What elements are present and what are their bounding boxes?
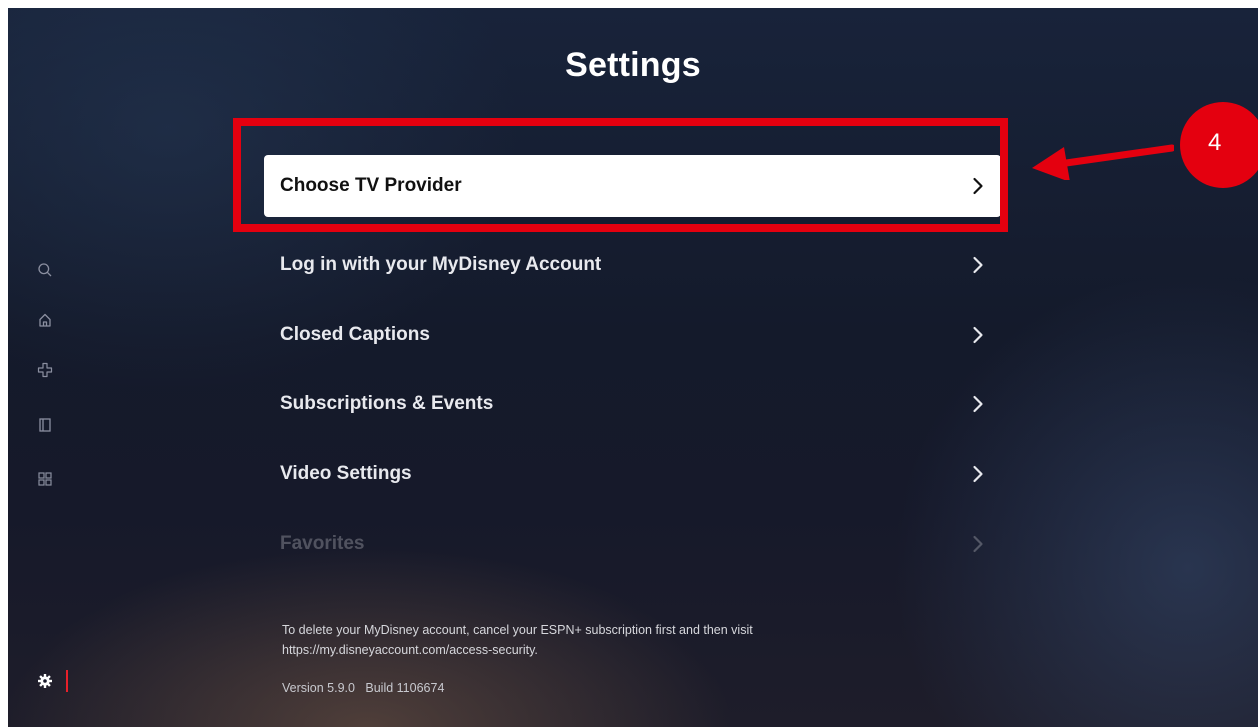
menu-item-label: Subscriptions & Events xyxy=(280,393,494,414)
menu-item-label: Favorites xyxy=(280,533,365,554)
gear-icon[interactable] xyxy=(36,672,54,690)
annotation-highlight-box xyxy=(233,118,1008,232)
menu-item-favorites[interactable]: Favorites xyxy=(264,513,1001,575)
page-title: Settings xyxy=(565,46,701,84)
library-icon[interactable] xyxy=(36,416,54,434)
active-indicator xyxy=(66,670,68,692)
chevron-right-icon xyxy=(971,325,985,345)
menu-item-video-settings[interactable]: Video Settings xyxy=(264,443,1001,505)
menu-item-subscriptions-events[interactable]: Subscriptions & Events xyxy=(264,373,1001,435)
version-info: Version 5.9.0 Build 1106674 xyxy=(282,681,445,695)
menu-item-label: Log in with your MyDisney Account xyxy=(280,254,602,275)
account-deletion-note: To delete your MyDisney account, cancel … xyxy=(282,620,982,660)
menu-item-mydisney-login[interactable]: Log in with your MyDisney Account xyxy=(264,234,1001,296)
note-line-1: To delete your MyDisney account, cancel … xyxy=(282,623,753,637)
chevron-right-icon xyxy=(971,394,985,414)
menu-item-label: Closed Captions xyxy=(280,324,430,345)
menu-item-label: Video Settings xyxy=(280,463,412,484)
note-line-2: https://my.disneyaccount.com/access-secu… xyxy=(282,643,538,657)
grid-icon[interactable] xyxy=(36,470,54,488)
sidebar-nav xyxy=(8,8,78,727)
plus-cross-icon[interactable] xyxy=(36,361,54,379)
espn-settings-screen: Settings Choose TV Provider Log in with … xyxy=(8,8,1258,727)
home-icon[interactable] xyxy=(36,311,54,329)
search-icon[interactable] xyxy=(36,261,54,279)
chevron-right-icon xyxy=(971,464,985,484)
annotation-step-badge: 4 xyxy=(1180,102,1258,188)
chevron-right-icon xyxy=(971,534,985,554)
annotation-arrow-icon xyxy=(1032,144,1174,180)
chevron-right-icon xyxy=(971,255,985,275)
menu-item-closed-captions[interactable]: Closed Captions xyxy=(264,304,1001,366)
